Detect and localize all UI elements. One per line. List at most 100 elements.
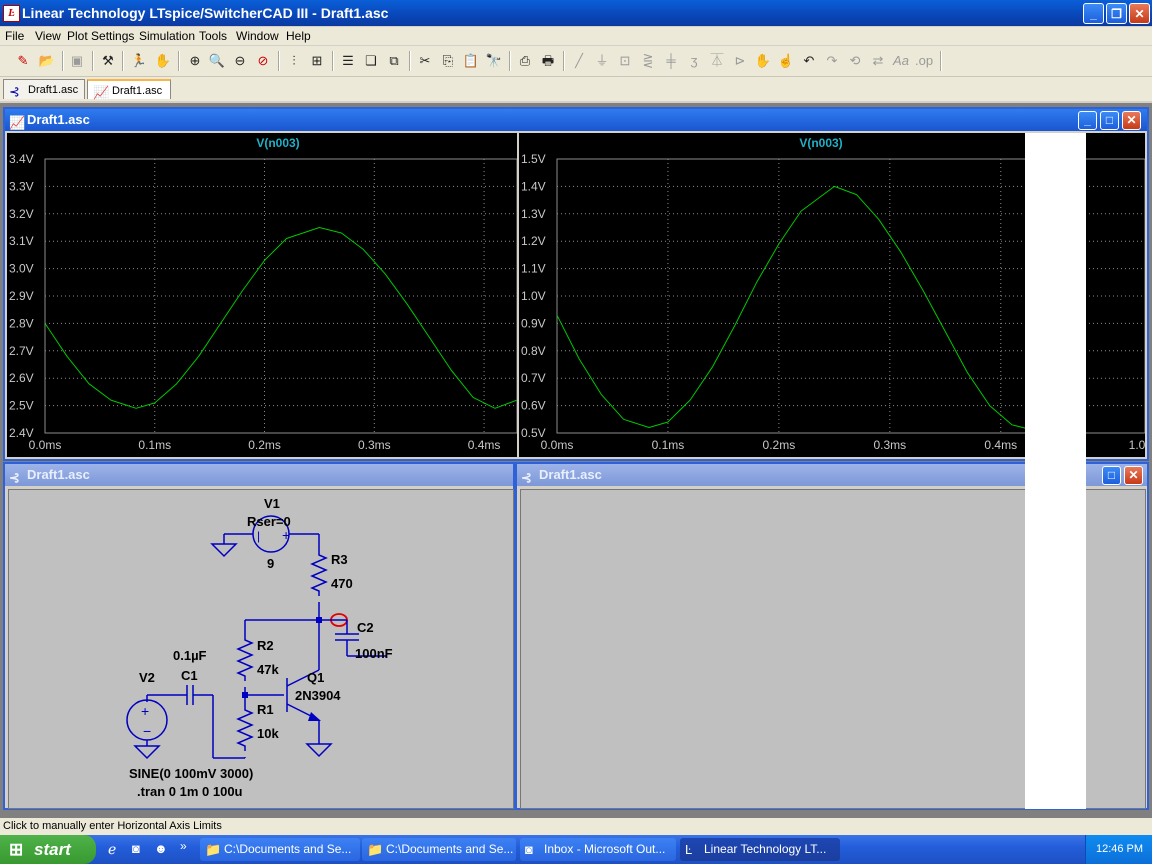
y-tick-label: 2.5V	[9, 399, 34, 413]
diode-icon[interactable]: ⏄	[708, 52, 726, 70]
zoom-full-icon[interactable]: 🔍	[208, 52, 226, 70]
task-label: Linear Technology LT...	[704, 842, 827, 856]
text-icon[interactable]: Aa	[892, 52, 910, 70]
outlook-icon: ◙	[525, 842, 533, 857]
cut-icon[interactable]: ✂	[416, 52, 434, 70]
resistor-r1	[236, 705, 254, 751]
folder-icon: 📁	[205, 842, 222, 857]
minimize-button[interactable]: _	[1083, 3, 1104, 24]
find-icon[interactable]: 🔭	[485, 52, 503, 70]
resistor-icon[interactable]: ⋛	[639, 52, 657, 70]
waveform-chart-left[interactable]: 3.4V 3.3V 3.2V 3.1V 3.0V 2.9V 2.8V 2.7V 2.6V 2.5V…	[7, 133, 518, 457]
wire-icon[interactable]: ╱	[570, 52, 588, 70]
undo-icon[interactable]: ↶	[800, 52, 818, 70]
x-tick-label: 0.1ms	[652, 438, 685, 452]
plot-pane-left[interactable]: 3.4V 3.3V 3.2V 3.1V 3.0V 2.9V 2.8V 2.7V 2.6V 2.5V…	[7, 133, 518, 457]
halt-icon[interactable]: ✋	[154, 52, 172, 70]
c2-label: C2	[357, 620, 374, 635]
y-tick-label: 3.2V	[9, 207, 34, 221]
ground-icon[interactable]: ⏚	[593, 52, 611, 70]
y-tick-label: 2.6V	[9, 371, 34, 385]
plot-window-title: 📈 Draft1.asc	[5, 109, 1147, 131]
move-icon[interactable]: ✋	[754, 52, 772, 70]
tile-h-icon[interactable]: ☰	[339, 52, 357, 70]
inductor-icon[interactable]: ʒ	[685, 52, 703, 70]
print-icon[interactable]: 🖶	[539, 52, 557, 70]
schematic-drawing[interactable]: V1Rser=09| +R3470C2100nFR247kQ12N3904R110…	[9, 490, 513, 808]
drag-icon[interactable]: ☝	[777, 52, 795, 70]
tile-v-icon[interactable]: ⧉	[385, 52, 403, 70]
rotate-icon[interactable]: ⟲	[846, 52, 864, 70]
cancel-zoom-icon[interactable]: ⊘	[254, 52, 272, 70]
clock[interactable]: 12:46 PM	[1096, 843, 1143, 855]
y-tick-label: 2.7V	[9, 344, 34, 358]
v1-label: V1	[264, 496, 280, 511]
new-schematic-icon[interactable]: ✎	[14, 52, 32, 70]
plot-close-button[interactable]: ✕	[1122, 111, 1141, 130]
restore-button[interactable]: ❐	[1106, 3, 1127, 24]
waveform-icon: 📈	[9, 115, 26, 130]
outlook-icon[interactable]: ◙	[132, 841, 140, 856]
c1-label: C1	[181, 668, 198, 683]
ground-symbol	[210, 543, 238, 558]
zoom-in-icon[interactable]: ⊕	[186, 52, 204, 70]
plot-minimize-button[interactable]: _	[1078, 111, 1097, 130]
task-outlook[interactable]: ◙ Inbox - Microsoft Out...	[520, 838, 676, 861]
cascade-icon[interactable]: ❏	[362, 52, 380, 70]
mirror-icon[interactable]: ⇄	[869, 52, 887, 70]
ground-symbol	[133, 745, 161, 760]
copy-icon[interactable]: ⎘	[439, 52, 457, 70]
schematic-close-button[interactable]: ✕	[1124, 466, 1143, 485]
menu-tools[interactable]: Tools	[199, 29, 227, 43]
schematic-icon: ⊰	[521, 470, 532, 485]
schematic-window-left: ⊰ Draft1.asc V1 Rser=0 9 | + R3 470 C2 100nF R2 47…	[3, 462, 515, 810]
y-tick-label: 0.7V	[521, 371, 546, 385]
schematic-maximize-button[interactable]: □	[1102, 466, 1121, 485]
x-tick-label: 0.2ms	[763, 438, 796, 452]
start-button[interactable]: ⊞ start	[0, 835, 96, 864]
run-icon[interactable]: 🏃	[130, 52, 148, 70]
mdi-area: 📈 Draft1.asc _ □ ✕ 3.4V 3.3V 3.2V 3.1V 3.0V 2…	[0, 103, 1152, 819]
control-panel-icon[interactable]: ⚒	[99, 52, 117, 70]
ie-icon[interactable]: ℯ	[108, 841, 116, 858]
autorange-icon[interactable]: ⫶	[285, 52, 303, 70]
schematic-icon: ⊰	[9, 470, 20, 485]
zoom-out-icon[interactable]: ⊖	[231, 52, 249, 70]
menu-plot-settings[interactable]: Plot Settings	[67, 29, 134, 43]
messenger-icon[interactable]: ☻	[154, 841, 168, 856]
plot-maximize-button[interactable]: □	[1100, 111, 1119, 130]
resistor-r3	[310, 550, 328, 596]
q1-label: Q1	[307, 670, 324, 685]
start-label: start	[34, 840, 71, 859]
menu-help[interactable]: Help	[286, 29, 311, 43]
menu-view[interactable]: View	[35, 29, 61, 43]
tab-schematic[interactable]: ⊰ Draft1.asc	[3, 79, 85, 99]
y-tick-label: 1.5V	[521, 152, 546, 166]
component-icon[interactable]: ⊳	[731, 52, 749, 70]
y-tick-label: 1.1V	[521, 262, 546, 276]
redo-icon[interactable]: ↷	[823, 52, 841, 70]
menu-simulation[interactable]: Simulation	[139, 29, 195, 43]
schematic-canvas-left[interactable]: V1 Rser=0 9 | + R3 470 C2 100nF R2 47k Q1 2N3904 R1 10…	[8, 489, 514, 809]
r3-value: 470	[331, 576, 353, 591]
paste-icon[interactable]: 📋	[462, 52, 480, 70]
y-tick-label: 3.3V	[9, 179, 34, 193]
y-tick-label: 1.2V	[521, 234, 546, 248]
label-icon[interactable]: ⊡	[616, 52, 634, 70]
mark-icon[interactable]: ⊞	[308, 52, 326, 70]
capacitor-icon[interactable]: ╪	[662, 52, 680, 70]
task-explorer-2[interactable]: 📁 C:\Documents and Se...	[362, 838, 516, 861]
tab-waveform[interactable]: 📈 Draft1.asc	[87, 79, 171, 100]
task-ltspice[interactable]: Ŀ Linear Technology LT...	[680, 838, 840, 861]
menu-file[interactable]: File	[5, 29, 24, 43]
task-explorer-1[interactable]: 📁 C:\Documents and Se...	[200, 838, 360, 861]
trace-name: V(n003)	[799, 136, 842, 150]
print-setup-icon[interactable]: ⎙	[516, 52, 534, 70]
quicklaunch-more-icon[interactable]: »	[180, 839, 187, 853]
schematic-title-text: Draft1.asc	[539, 467, 602, 482]
open-icon[interactable]: 📂	[38, 52, 56, 70]
close-button[interactable]: ✕	[1129, 3, 1150, 24]
menu-window[interactable]: Window	[236, 29, 279, 43]
spice-directive-icon[interactable]: .op	[915, 52, 933, 70]
save-icon[interactable]: ▣	[68, 52, 86, 70]
